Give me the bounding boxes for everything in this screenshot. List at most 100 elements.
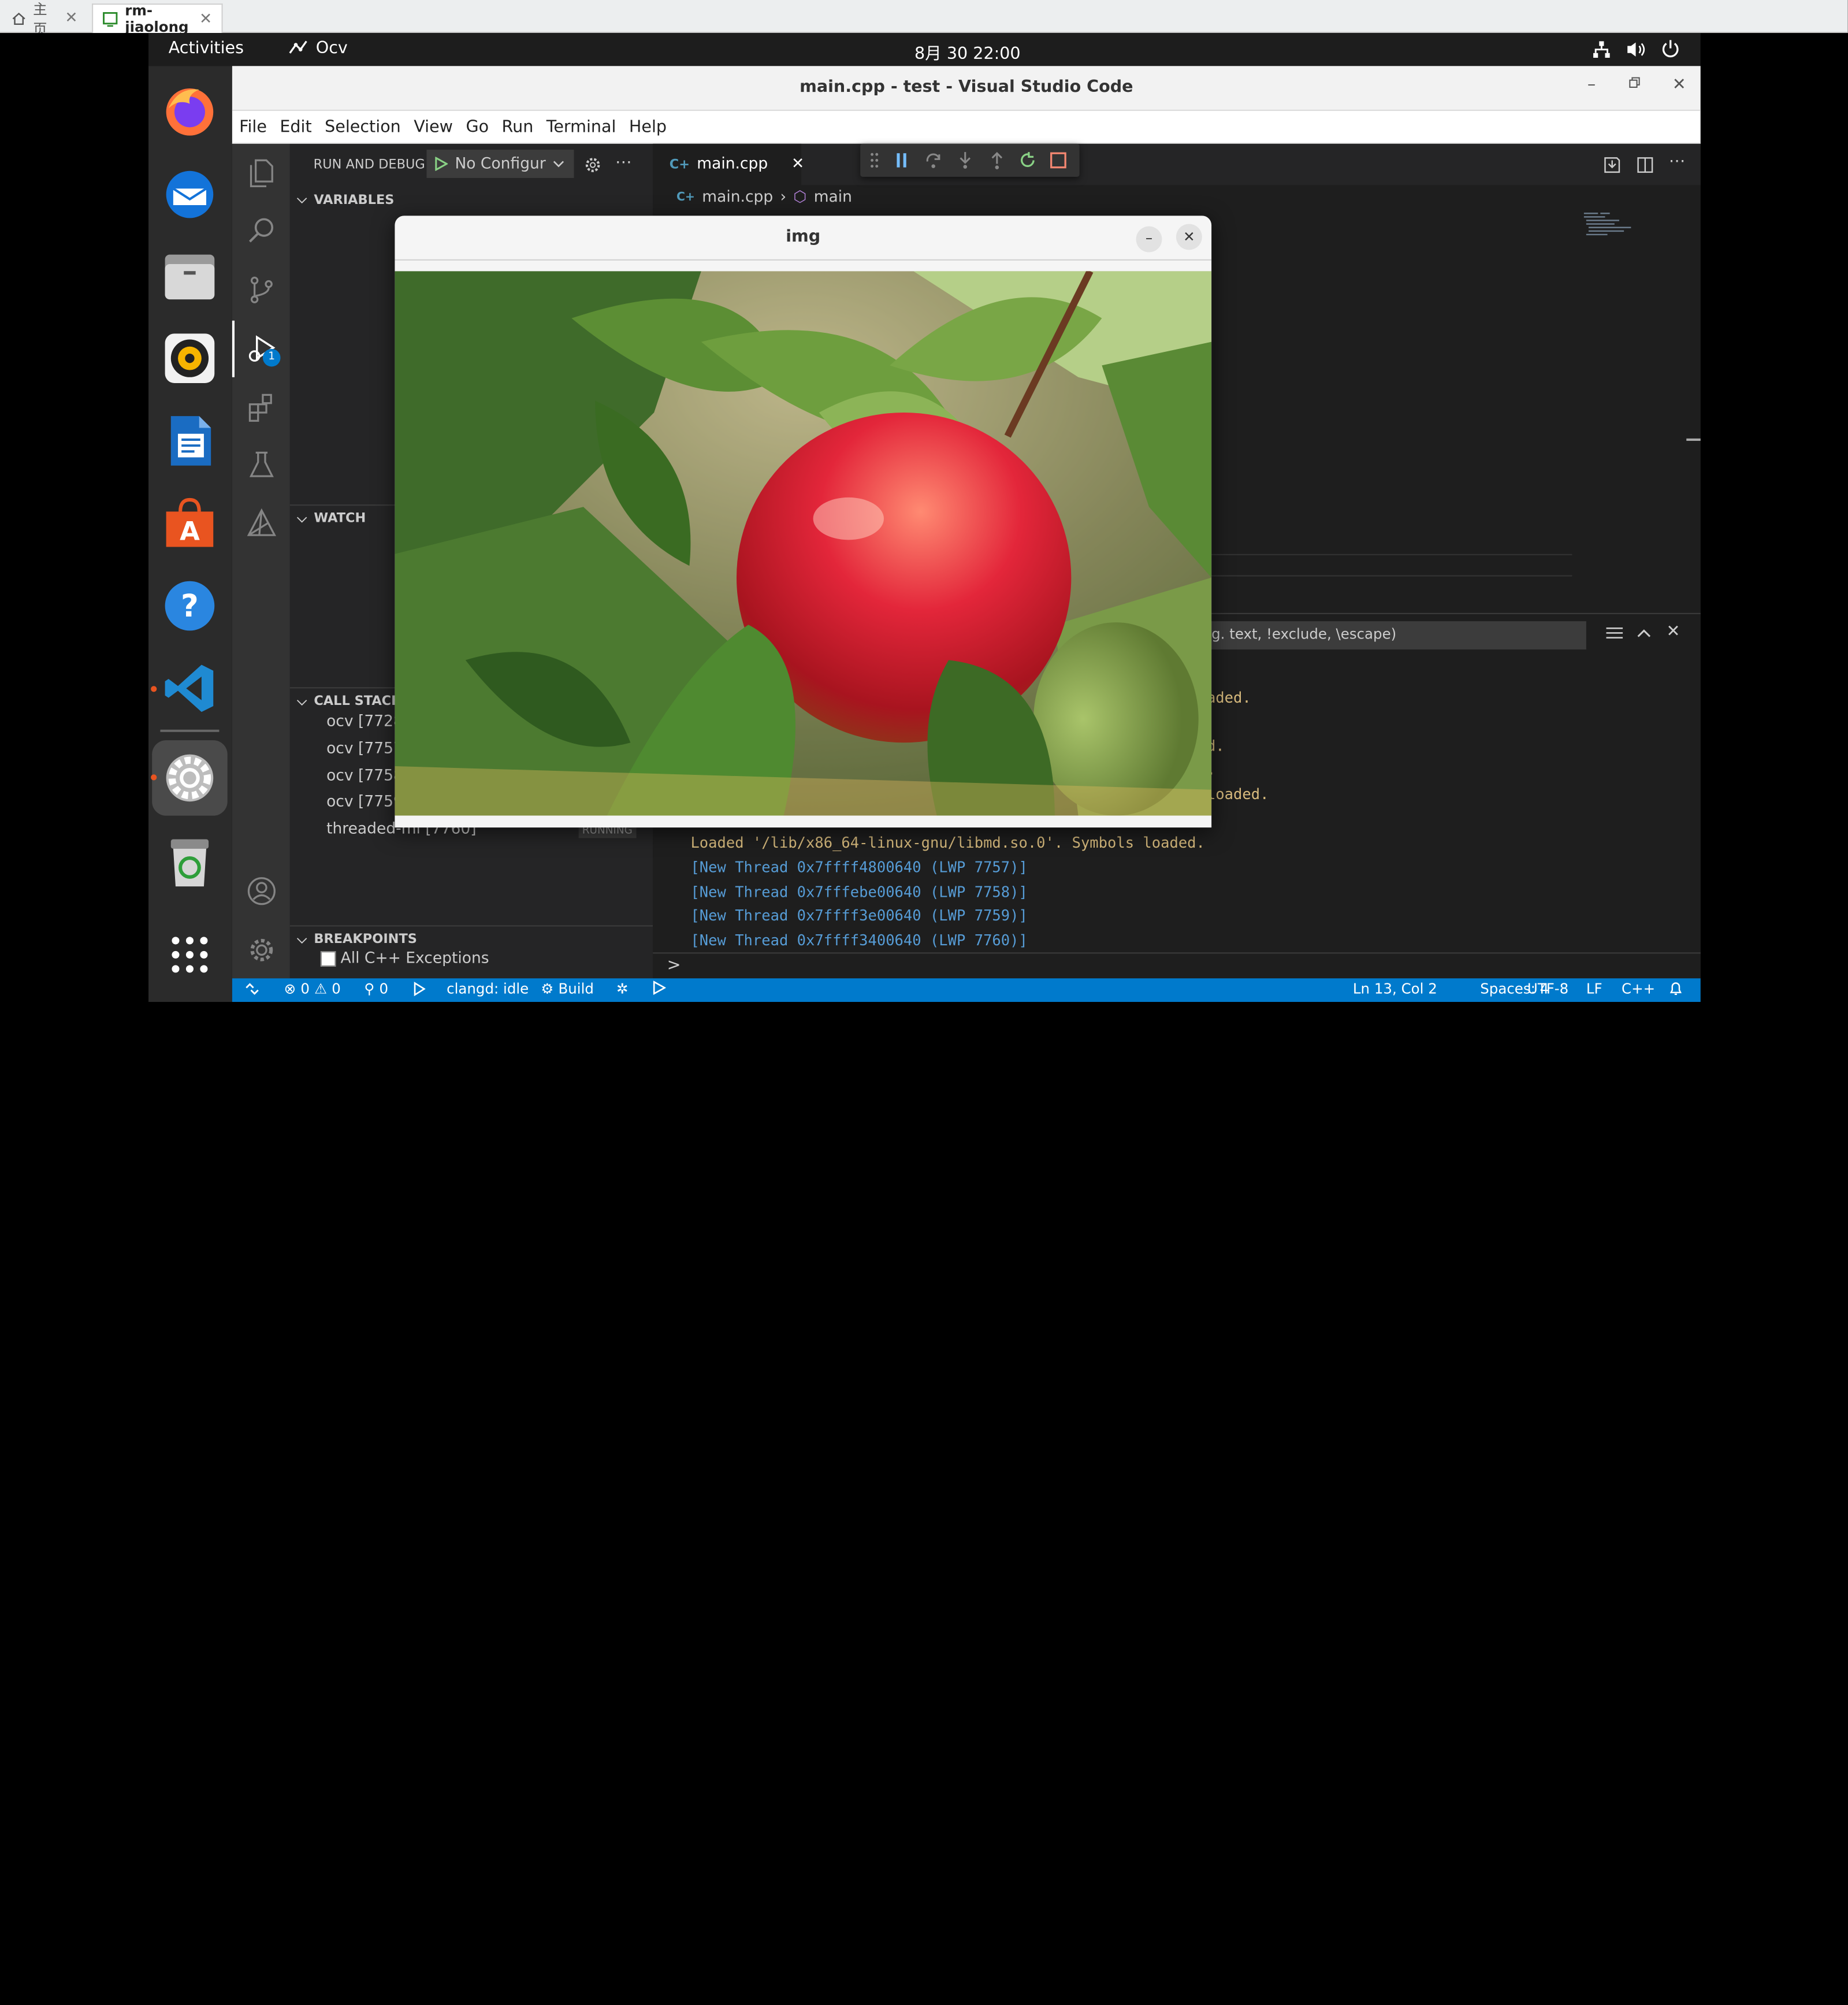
build-button[interactable]: ⚙ Build: [541, 981, 594, 997]
cmake-icon[interactable]: [245, 507, 278, 540]
rhythmbox-icon[interactable]: [159, 328, 220, 389]
chevron-down-icon: ⌵: [297, 191, 307, 206]
menu-terminal[interactable]: Terminal: [540, 117, 622, 136]
restart-icon[interactable]: [1018, 151, 1038, 170]
host-tab-rm-jiaolong[interactable]: rm-jiaolong ✕: [92, 2, 223, 35]
search-icon[interactable]: [245, 214, 278, 247]
explorer-icon[interactable]: [245, 155, 278, 188]
output-line: aded.: [1206, 688, 1251, 706]
breakpoints-section-header[interactable]: ⌵ BREAKPOINTS: [289, 925, 653, 951]
tab-label: main.cpp: [697, 155, 768, 173]
help-icon[interactable]: ?: [159, 575, 220, 637]
breakpoint-checkbox[interactable]: [320, 951, 336, 967]
launch-icon[interactable]: [652, 981, 666, 995]
debug-toolbar: [860, 143, 1080, 177]
active-indicator: [232, 320, 235, 377]
menu-run[interactable]: Run: [494, 117, 539, 136]
output-line: Loaded '/lib/x86_64-linux-gnu/libmd.so.0…: [690, 833, 1205, 851]
menu-file[interactable]: File: [232, 117, 273, 136]
debug-status-icon[interactable]: [409, 981, 426, 997]
remote-icon[interactable]: [244, 981, 261, 997]
menu-go[interactable]: Go: [459, 117, 494, 136]
callstack-item[interactable]: ocv [7759: [326, 793, 403, 811]
close-icon[interactable]: ✕: [65, 9, 77, 27]
warning-count: 0: [332, 981, 341, 997]
firefox-icon[interactable]: [159, 80, 220, 142]
clangd-status[interactable]: clangd: idle: [447, 981, 529, 997]
chevron-down-icon: ⌵: [297, 692, 307, 708]
save-icon[interactable]: [1602, 155, 1622, 174]
vscode-icon[interactable]: [159, 658, 220, 719]
variables-section-header[interactable]: ⌵ VARIABLES: [290, 186, 653, 212]
word-wrap-icon[interactable]: [1605, 626, 1624, 643]
activities-button[interactable]: Activities: [169, 39, 244, 58]
menu-help[interactable]: Help: [622, 117, 673, 136]
chevron-up-icon[interactable]: [1636, 626, 1653, 643]
chevron-down-icon: [553, 161, 564, 168]
more-actions-icon[interactable]: ⋯: [1669, 152, 1686, 171]
output-line: [New Thread 0x7ffff4800640 (LWP 7757)]: [690, 858, 1028, 876]
minimize-button[interactable]: –: [1136, 226, 1162, 253]
bell-icon[interactable]: [1669, 981, 1683, 996]
debug-config-select[interactable]: No Configur: [426, 150, 574, 179]
power-icon[interactable]: [1660, 39, 1680, 59]
stop-icon[interactable]: [1049, 151, 1068, 170]
ports-indicator[interactable]: ⚲ 0: [364, 981, 388, 997]
close-button[interactable]: ✕: [1176, 224, 1202, 250]
close-panel-icon[interactable]: ✕: [1667, 622, 1680, 641]
network-icon[interactable]: [1592, 40, 1611, 59]
language-mode[interactable]: C++: [1622, 981, 1655, 997]
close-icon[interactable]: ✕: [199, 10, 212, 28]
source-control-icon[interactable]: [245, 273, 278, 306]
open-launch-json-gear-icon[interactable]: [583, 155, 603, 174]
output-filter-input[interactable]: g. text, !exclude, \escape): [1206, 621, 1586, 650]
trash-icon[interactable]: [159, 830, 220, 891]
breadcrumb-file[interactable]: main.cpp: [702, 188, 773, 206]
menu-view[interactable]: View: [407, 117, 459, 136]
close-tab-icon[interactable]: ✕: [791, 155, 804, 173]
sidebar-title: RUN AND DEBUG: [313, 157, 425, 172]
step-into-icon[interactable]: [955, 151, 975, 170]
line-ending[interactable]: LF: [1586, 981, 1602, 997]
restore-button[interactable]: [1628, 77, 1641, 90]
problems-indicator[interactable]: ⊗ 0 ⚠ 0: [284, 981, 341, 997]
pause-icon[interactable]: [894, 152, 908, 169]
menu-selection[interactable]: Selection: [318, 117, 407, 136]
volume-icon[interactable]: [1626, 40, 1648, 59]
repl-prompt[interactable]: >: [667, 956, 681, 975]
minimize-button[interactable]: –: [1587, 76, 1596, 95]
accounts-icon[interactable]: [245, 875, 278, 908]
extensions-icon[interactable]: [245, 391, 278, 424]
step-over-icon[interactable]: [924, 151, 943, 170]
run-debug-icon[interactable]: 1: [245, 332, 281, 367]
close-window-button[interactable]: ✕: [1672, 76, 1686, 95]
thunderbird-icon[interactable]: [159, 163, 220, 224]
split-editor-icon[interactable]: [1636, 155, 1655, 174]
testing-icon[interactable]: [245, 448, 278, 481]
files-icon[interactable]: [159, 245, 220, 306]
debug-target-icon[interactable]: ✲: [616, 981, 629, 997]
show-apps-icon[interactable]: [159, 924, 220, 985]
callstack-item[interactable]: ocv [7758: [326, 767, 403, 785]
menu-bar: File Edit Selection View Go Run Terminal…: [232, 110, 1701, 144]
host-tab-home[interactable]: 主页 ✕: [2, 1, 87, 37]
more-actions-icon[interactable]: ⋯: [615, 153, 632, 172]
breadcrumb-symbol[interactable]: main: [814, 188, 852, 206]
app-menu[interactable]: Ocv: [288, 39, 348, 58]
clock[interactable]: 8月 30 22:00: [914, 41, 1021, 65]
manage-gear-icon[interactable]: [245, 934, 278, 967]
tab-main-cpp[interactable]: C+ main.cpp ✕: [653, 143, 804, 185]
svg-text:?: ?: [181, 588, 199, 624]
drag-handle-icon[interactable]: [870, 152, 879, 169]
app-center-icon[interactable]: A: [159, 493, 220, 554]
settings-app-icon[interactable]: [152, 740, 228, 816]
step-out-icon[interactable]: [988, 151, 1007, 170]
menu-edit[interactable]: Edit: [273, 117, 318, 136]
callstack-item[interactable]: ocv [7728: [326, 713, 403, 731]
writer-icon[interactable]: [159, 410, 220, 471]
minimap[interactable]: [1583, 212, 1641, 238]
encoding[interactable]: UTF-8: [1527, 981, 1568, 997]
cursor-position[interactable]: Ln 13, Col 2: [1353, 981, 1437, 997]
gnome-top-bar: Activities Ocv 8月 30 22:00: [148, 33, 1701, 66]
callstack-item[interactable]: ocv [7757: [326, 740, 403, 758]
